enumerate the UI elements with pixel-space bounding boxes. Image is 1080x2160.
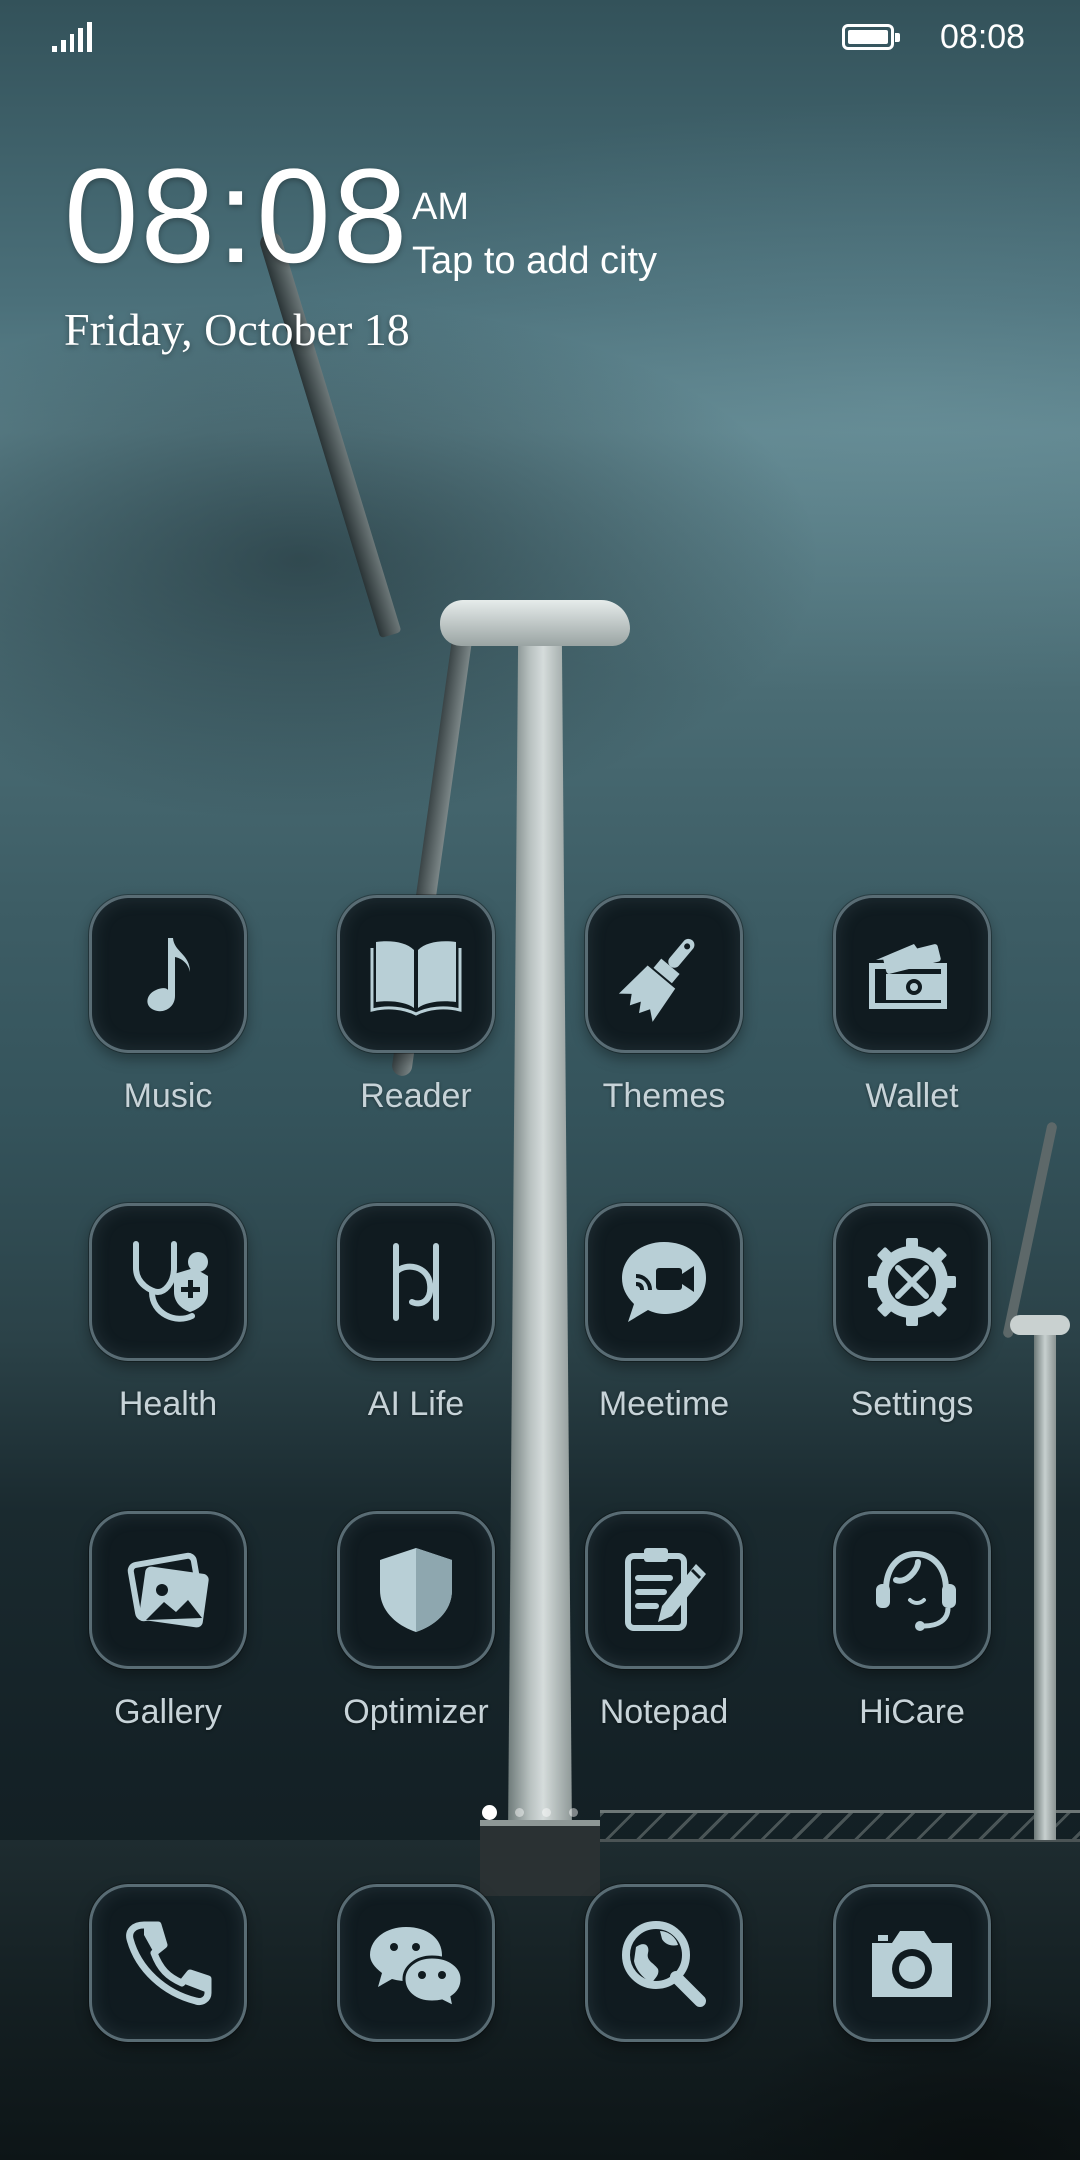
app-hicare[interactable]: HiCare [812,1511,1012,1732]
app-label: Themes [602,1077,726,1115]
app-themes[interactable]: Themes [564,895,764,1116]
clock-date: Friday, October 18 [64,304,410,355]
app-label: Optimizer [343,1693,489,1731]
app-label: Gallery [114,1693,222,1731]
paintbrush-icon [618,938,695,1022]
app-icon-themes[interactable] [585,895,743,1053]
add-city-link[interactable]: Tap to add city [412,240,657,283]
video-chat-icon [622,1242,706,1322]
app-label: Notepad [599,1693,729,1731]
stethoscope-icon [133,1241,208,1322]
app-icon-settings[interactable] [833,1203,991,1361]
photos-icon [127,1552,209,1628]
app-label: Health [118,1385,218,1423]
gear-tools-icon [868,1238,956,1326]
dock-icon-phone[interactable] [89,1884,247,2042]
dock-messages[interactable] [316,1884,516,2042]
book-icon [370,941,462,1016]
app-health[interactable]: Health [68,1203,268,1424]
app-optimizer[interactable]: Optimizer [316,1511,516,1732]
app-icon-music[interactable] [89,895,247,1053]
wallpaper-small-turbine-tower [1034,1320,1056,1840]
wallet-icon [869,944,947,1009]
app-icon-notepad[interactable] [585,1511,743,1669]
app-label: Music [123,1077,213,1115]
app-ai-life[interactable]: AI Life [316,1203,516,1424]
page-dot-active[interactable] [482,1805,497,1820]
headset-icon [876,1550,956,1631]
wallpaper-small-turbine-nacelle [1010,1315,1070,1335]
app-label: Settings [850,1385,974,1423]
signal-icon [52,22,92,52]
app-label: AI Life [367,1385,465,1423]
app-icon-health[interactable] [89,1203,247,1361]
camera-icon [872,1931,952,1997]
app-icon-hicare[interactable] [833,1511,991,1669]
battery-icon [842,24,900,50]
dock-phone[interactable] [68,1884,268,2042]
app-icon-wallet[interactable] [833,895,991,1053]
app-settings[interactable]: Settings [812,1203,1012,1424]
ai-life-icon [393,1243,439,1321]
dock-camera[interactable] [812,1884,1012,2042]
page-dot[interactable] [542,1808,551,1817]
app-label: Meetime [598,1385,730,1423]
status-time: 08:08 [940,18,1026,56]
page-dot[interactable] [569,1808,578,1817]
clock-time[interactable]: 08:08 [64,150,409,284]
app-music[interactable]: Music [68,895,268,1116]
app-label: HiCare [859,1693,965,1731]
wallpaper-turbine-tower [508,625,572,1835]
status-bar: 08:08 [0,0,1080,70]
wallpaper-pier [600,1810,1080,1842]
notepad-pencil-icon [625,1548,706,1631]
app-label: Wallet [865,1077,959,1115]
globe-search-icon [622,1921,706,2007]
app-notepad[interactable]: Notepad [564,1511,764,1732]
music-note-icon [147,938,190,1012]
wallpaper-turbine-blade [257,230,402,639]
app-icon-ai-life[interactable] [337,1203,495,1361]
shield-icon [380,1548,452,1632]
app-meetime[interactable]: Meetime [564,1203,764,1424]
app-icon-meetime[interactable] [585,1203,743,1361]
app-gallery[interactable]: Gallery [68,1511,268,1732]
page-indicator [482,1805,578,1820]
app-reader[interactable]: Reader [316,895,516,1116]
dock-icon-browser[interactable] [585,1884,743,2042]
app-icon-reader[interactable] [337,895,495,1053]
dock-browser[interactable] [564,1884,764,2042]
dock-icon-messages[interactable] [337,1884,495,2042]
app-wallet[interactable]: Wallet [812,895,1012,1116]
wallpaper-turbine-nacelle [440,600,630,646]
app-icon-gallery[interactable] [89,1511,247,1669]
page-dot[interactable] [515,1808,524,1817]
chat-bubbles-icon [370,1927,464,2010]
clock-ampm: AM [412,186,469,228]
dock-icon-camera[interactable] [833,1884,991,2042]
app-label: Reader [360,1077,472,1115]
app-icon-optimizer[interactable] [337,1511,495,1669]
phone-icon [126,1921,212,2005]
